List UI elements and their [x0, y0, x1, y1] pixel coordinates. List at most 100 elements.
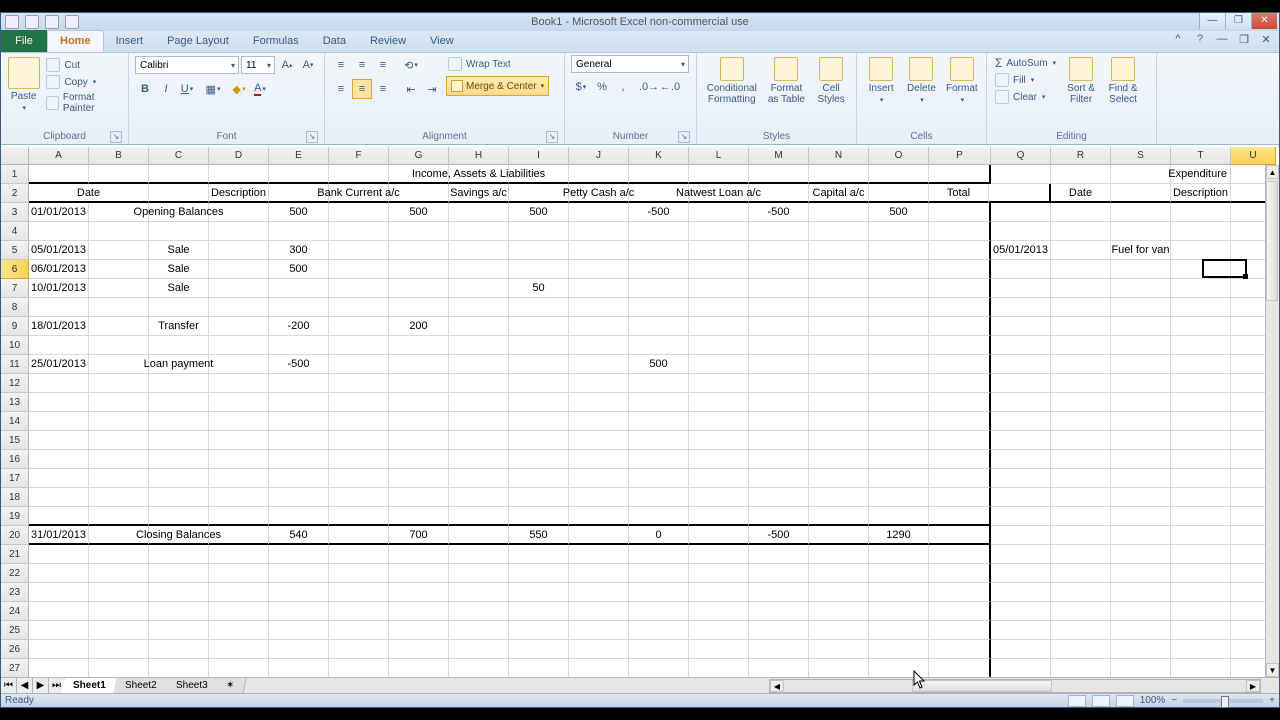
increase-decimal-icon[interactable]: .0→	[639, 77, 659, 97]
new-sheet-button[interactable]: ✶	[215, 678, 248, 693]
tab-data[interactable]: Data	[311, 30, 358, 52]
hscroll-thumb[interactable]	[912, 680, 1052, 692]
merge-center-button[interactable]: Merge & Center▾	[446, 76, 549, 96]
scroll-left-icon[interactable]: ◀	[770, 680, 784, 692]
normal-view-icon[interactable]	[1068, 695, 1086, 707]
zoom-out-icon[interactable]: −	[1171, 695, 1177, 706]
paintbrush-icon	[46, 96, 58, 110]
tab-view[interactable]: View	[418, 30, 466, 52]
tab-pagelayout[interactable]: Page Layout	[155, 30, 241, 52]
paste-button[interactable]: Paste ▾	[7, 55, 40, 112]
clipboard-dialog-icon[interactable]: ↘	[110, 131, 122, 143]
alignment-dialog-icon[interactable]: ↘	[546, 131, 558, 143]
copy-button[interactable]: Copy▾	[44, 74, 122, 90]
tab-file[interactable]: File	[1, 30, 47, 52]
align-right-icon[interactable]: ≡	[373, 79, 393, 99]
accounting-format-icon[interactable]: $▾	[571, 77, 591, 97]
number-format-combo[interactable]: General	[571, 55, 689, 73]
zoom-in-icon[interactable]: +	[1269, 695, 1275, 706]
close-button[interactable]: ✕	[1251, 13, 1277, 29]
align-center-icon[interactable]: ≡	[352, 79, 372, 99]
minimize-button[interactable]: —	[1199, 13, 1225, 29]
align-middle-icon[interactable]: ≡	[352, 55, 372, 75]
horizontal-scrollbar[interactable]: ◀ ▶	[769, 679, 1261, 693]
underline-button[interactable]: U▾	[177, 79, 197, 99]
zoom-slider[interactable]	[1183, 699, 1263, 703]
page-layout-view-icon[interactable]	[1092, 695, 1110, 707]
window-restore-sheet-icon[interactable]: —	[1215, 33, 1229, 46]
window-max-sheet-icon[interactable]: ❐	[1237, 33, 1251, 46]
page-break-view-icon[interactable]	[1116, 695, 1134, 707]
maximize-button[interactable]: ❐	[1225, 13, 1251, 29]
tab-insert[interactable]: Insert	[104, 30, 156, 52]
bold-button[interactable]: B	[135, 79, 155, 99]
scroll-right-icon[interactable]: ▶	[1246, 680, 1260, 692]
find-select-button[interactable]: Find & Select	[1104, 55, 1142, 105]
conditional-formatting-button[interactable]: Conditional Formatting	[703, 55, 761, 105]
comma-format-icon[interactable]: ,	[613, 77, 633, 97]
sheet-nav-prev-icon[interactable]: ◀	[17, 678, 33, 693]
clear-button[interactable]: Clear▾	[993, 89, 1058, 105]
scroll-up-icon[interactable]: ▲	[1266, 165, 1279, 179]
vscroll-thumb[interactable]	[1266, 181, 1278, 301]
sheet-nav-first-icon[interactable]: ⏮	[1, 678, 17, 693]
align-bottom-icon[interactable]: ≡	[373, 55, 393, 75]
decrease-indent-icon[interactable]: ⇤	[401, 79, 421, 99]
sheet-tab-3[interactable]: Sheet3	[164, 678, 220, 693]
sheet-tab-2[interactable]: Sheet2	[113, 678, 169, 693]
font-size-combo[interactable]: 11	[241, 56, 275, 74]
align-top-icon[interactable]: ≡	[331, 55, 351, 75]
group-editing: ΣAutoSum▾ Fill▾ Clear▾ Sort & Filter Fin…	[987, 53, 1157, 144]
font-color-button[interactable]: A▾	[250, 79, 270, 99]
help-icon[interactable]: ?	[1193, 33, 1207, 46]
save-icon[interactable]	[25, 15, 39, 29]
fill-color-button[interactable]: ◆▾	[229, 79, 249, 99]
scroll-down-icon[interactable]: ▼	[1266, 663, 1279, 677]
wrap-icon	[448, 57, 462, 71]
fill-button[interactable]: Fill▾	[993, 72, 1058, 88]
group-number: General $▾ % , .0→ ←.0 Number↘	[565, 53, 697, 144]
excel-window: Book1 - Microsoft Excel non-commercial u…	[0, 12, 1280, 708]
tab-review[interactable]: Review	[358, 30, 418, 52]
grow-font-icon[interactable]: A▴	[277, 55, 297, 75]
worksheet-grid[interactable]: ABCDEFGHIJKLMNOPQRSTU 123456789101112131…	[1, 147, 1279, 677]
decrease-decimal-icon[interactable]: ←.0	[660, 77, 680, 97]
number-dialog-icon[interactable]: ↘	[678, 131, 690, 143]
select-all-corner[interactable]	[1, 147, 29, 165]
zoom-level[interactable]: 100%	[1140, 695, 1166, 706]
format-as-table-button[interactable]: Format as Table	[765, 55, 809, 105]
insert-cells-button[interactable]: Insert▾	[863, 55, 899, 104]
shrink-font-icon[interactable]: A▾	[298, 55, 318, 75]
align-left-icon[interactable]: ≡	[331, 79, 351, 99]
column-headers[interactable]: ABCDEFGHIJKLMNOPQRSTU	[29, 147, 1276, 165]
sort-filter-button[interactable]: Sort & Filter	[1062, 55, 1100, 105]
merge-icon	[451, 80, 463, 92]
undo-icon[interactable]	[45, 15, 59, 29]
font-dialog-icon[interactable]: ↘	[306, 131, 318, 143]
vertical-scrollbar[interactable]: ▲ ▼	[1265, 165, 1279, 677]
row-headers[interactable]: 1234567891011121314151617181920212223242…	[1, 165, 29, 677]
ribbon: Paste ▾ Cut Copy▾ Format Painter Clipboa…	[1, 53, 1279, 145]
border-button[interactable]: ▦▾	[203, 79, 223, 99]
format-cells-button[interactable]: Format▾	[944, 55, 980, 104]
minimize-ribbon-icon[interactable]: ^	[1171, 33, 1185, 46]
sheet-nav-next-icon[interactable]: ▶	[33, 678, 49, 693]
delete-cells-button[interactable]: Delete▾	[903, 55, 939, 104]
tab-formulas[interactable]: Formulas	[241, 30, 311, 52]
percent-format-icon[interactable]: %	[592, 77, 612, 97]
autosum-button[interactable]: ΣAutoSum▾	[993, 55, 1058, 71]
fill-icon	[995, 73, 1009, 87]
font-name-combo[interactable]: Calibri	[135, 56, 239, 74]
italic-button[interactable]: I	[156, 79, 176, 99]
cell-styles-button[interactable]: Cell Styles	[812, 55, 850, 105]
cut-button[interactable]: Cut	[44, 57, 122, 73]
cells-area[interactable]: Income, Assets & LiabilitiesExpenditureD…	[29, 165, 1279, 677]
sheet-tab-1[interactable]: Sheet1	[61, 678, 118, 693]
redo-icon[interactable]	[65, 15, 79, 29]
tab-home[interactable]: Home	[47, 30, 104, 52]
window-close-sheet-icon[interactable]: ✕	[1259, 33, 1273, 46]
wrap-text-button[interactable]: Wrap Text	[446, 56, 549, 72]
format-painter-button[interactable]: Format Painter	[44, 91, 122, 115]
orientation-icon[interactable]: ⟲▾	[401, 55, 421, 75]
increase-indent-icon[interactable]: ⇥	[422, 79, 442, 99]
